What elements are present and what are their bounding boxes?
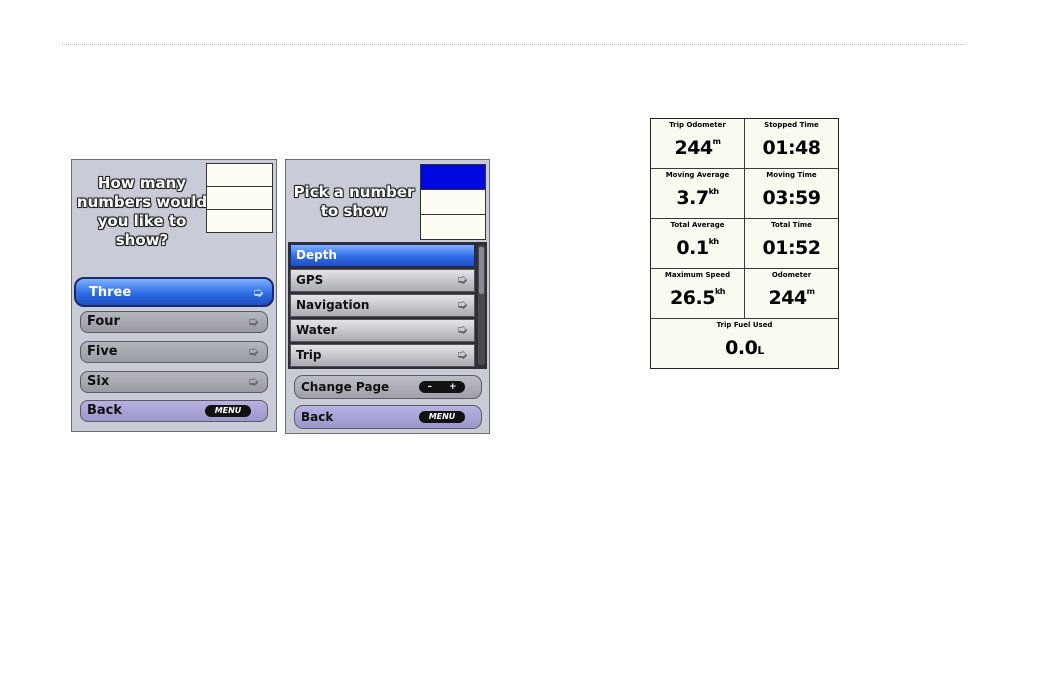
cell-label: Total Average bbox=[670, 221, 725, 229]
back-button[interactable]: Back MENU bbox=[80, 400, 268, 422]
cell-value: 0.0L bbox=[725, 337, 764, 359]
cell-label: Odometer bbox=[771, 271, 812, 279]
data-cell-trip-fuel-used: Trip Fuel Used 0.0L bbox=[651, 319, 838, 368]
number-box bbox=[206, 209, 273, 233]
list-item-label: Trip bbox=[296, 348, 322, 362]
chevron-right-icon: ➭ bbox=[247, 344, 259, 360]
unit-label: kh bbox=[708, 187, 720, 196]
cell-value: 244m bbox=[768, 287, 815, 309]
number-box bbox=[206, 163, 273, 187]
change-page-button[interactable]: Change Page – + bbox=[294, 375, 482, 399]
minus-icon: – bbox=[427, 382, 432, 392]
plus-icon: + bbox=[448, 382, 457, 392]
data-cell-maximum-speed: Maximum Speed 26.5kh bbox=[651, 269, 744, 318]
number-boxes bbox=[206, 163, 273, 233]
unit-label: kh bbox=[714, 287, 726, 296]
cell-value: 26.5kh bbox=[670, 287, 726, 309]
cell-label: Stopped Time bbox=[764, 121, 819, 129]
cell-label: Maximum Speed bbox=[664, 271, 731, 279]
data-cell-odometer: Odometer 244m bbox=[745, 269, 838, 318]
cell-value: 244m bbox=[674, 137, 721, 159]
list-item-navigation[interactable]: Navigation ➭ bbox=[290, 294, 475, 317]
menu-key-icon: MENU bbox=[205, 405, 251, 417]
chevron-right-icon: ➭ bbox=[247, 314, 259, 330]
data-cell-total-average: Total Average 0.1kh bbox=[651, 219, 744, 268]
number-box-selected bbox=[420, 164, 486, 190]
cell-label: Trip Fuel Used bbox=[716, 321, 773, 329]
unit-label: m bbox=[806, 287, 815, 296]
list-item-label: Depth bbox=[296, 248, 337, 262]
data-cell-total-time: Total Time 01:52 bbox=[745, 219, 838, 268]
menu-key-icon: MENU bbox=[419, 411, 465, 423]
list-item-label: Water bbox=[296, 323, 337, 337]
chevron-right-icon: ➭ bbox=[456, 272, 468, 288]
option-label: Six bbox=[87, 374, 110, 389]
prompt-text: Pick a number to show bbox=[293, 183, 415, 220]
unit-label: kh bbox=[708, 237, 720, 246]
change-page-label: Change Page bbox=[301, 380, 390, 394]
list-item-gps[interactable]: GPS ➭ bbox=[290, 269, 475, 292]
top-rule bbox=[62, 44, 965, 45]
option-five[interactable]: Five ➭ bbox=[80, 341, 268, 363]
list-item-water[interactable]: Water ➭ bbox=[290, 319, 475, 342]
data-cell-stopped-time: Stopped Time 01:48 bbox=[745, 119, 838, 168]
chevron-right-icon: ➭ bbox=[247, 374, 259, 390]
chevron-right-icon: ➭ bbox=[456, 322, 468, 338]
unit-label: L bbox=[757, 344, 764, 357]
pick-number-screen: Pick a number to show Depth GPS ➭ Naviga… bbox=[285, 159, 490, 434]
option-label: Five bbox=[87, 344, 118, 359]
list-item-trip[interactable]: Trip ➭ bbox=[290, 344, 475, 367]
option-three[interactable]: Three ➭ bbox=[74, 277, 274, 307]
cell-value: 3.7kh bbox=[676, 187, 720, 209]
unit-label: m bbox=[712, 137, 721, 146]
back-label: Back bbox=[301, 410, 334, 424]
category-list: Depth GPS ➭ Navigation ➭ Water ➭ Trip ➭ bbox=[288, 242, 487, 369]
cell-value: 0.1kh bbox=[676, 237, 720, 259]
cell-value: 01:52 bbox=[762, 237, 821, 259]
chevron-right-icon: ➭ bbox=[456, 347, 468, 363]
back-button[interactable]: Back MENU bbox=[294, 405, 482, 429]
number-box bbox=[206, 186, 273, 210]
option-label: Four bbox=[87, 314, 120, 329]
list-item-label: Navigation bbox=[296, 298, 370, 312]
data-cell-moving-average: Moving Average 3.7kh bbox=[651, 169, 744, 218]
chevron-right-icon: ➭ bbox=[252, 285, 264, 301]
number-boxes bbox=[420, 164, 486, 240]
back-label: Back bbox=[87, 403, 123, 418]
option-four[interactable]: Four ➭ bbox=[80, 311, 268, 333]
scrollbar-thumb[interactable] bbox=[479, 247, 484, 294]
cell-label: Moving Average bbox=[665, 171, 730, 179]
list-scrollbar[interactable] bbox=[478, 245, 485, 365]
option-six[interactable]: Six ➭ bbox=[80, 371, 268, 393]
data-cell-moving-time: Moving Time 03:59 bbox=[745, 169, 838, 218]
number-count-screen: How many numbers would you like to show?… bbox=[71, 159, 277, 432]
cell-value: 01:48 bbox=[762, 137, 821, 159]
prompt-text: How many numbers would you like to show? bbox=[76, 174, 208, 249]
chevron-right-icon: ➭ bbox=[456, 297, 468, 313]
trip-data-grid: Trip Odometer 244m Stopped Time 01:48 Mo… bbox=[650, 118, 839, 369]
option-label: Three bbox=[89, 285, 132, 300]
list-item-label: GPS bbox=[296, 273, 324, 287]
cell-value: 03:59 bbox=[762, 187, 821, 209]
number-box bbox=[420, 214, 486, 240]
cell-label: Moving Time bbox=[766, 171, 817, 179]
cell-label: Total Time bbox=[771, 221, 812, 229]
data-cell-trip-odometer: Trip Odometer 244m bbox=[651, 119, 744, 168]
plus-minus-key-icon: – + bbox=[419, 381, 465, 393]
number-box bbox=[420, 189, 486, 215]
list-item-depth[interactable]: Depth bbox=[290, 244, 475, 267]
cell-label: Trip Odometer bbox=[669, 121, 726, 129]
